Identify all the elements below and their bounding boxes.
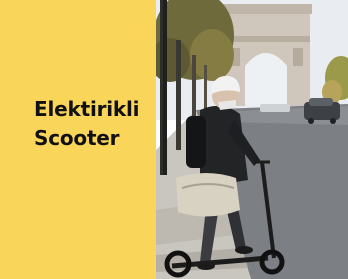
lamp-post xyxy=(163,0,167,175)
headline-panel: Elektirikli Scooter xyxy=(0,0,156,279)
headline-line-1: Elektirikli xyxy=(34,97,140,121)
headline: Elektirikli Scooter xyxy=(34,95,154,153)
scooter-photo xyxy=(156,0,348,279)
promo-banner: Elektirikli Scooter xyxy=(0,0,348,279)
headline-line-2: Scooter xyxy=(34,126,120,150)
shoulder-bag xyxy=(176,173,240,217)
